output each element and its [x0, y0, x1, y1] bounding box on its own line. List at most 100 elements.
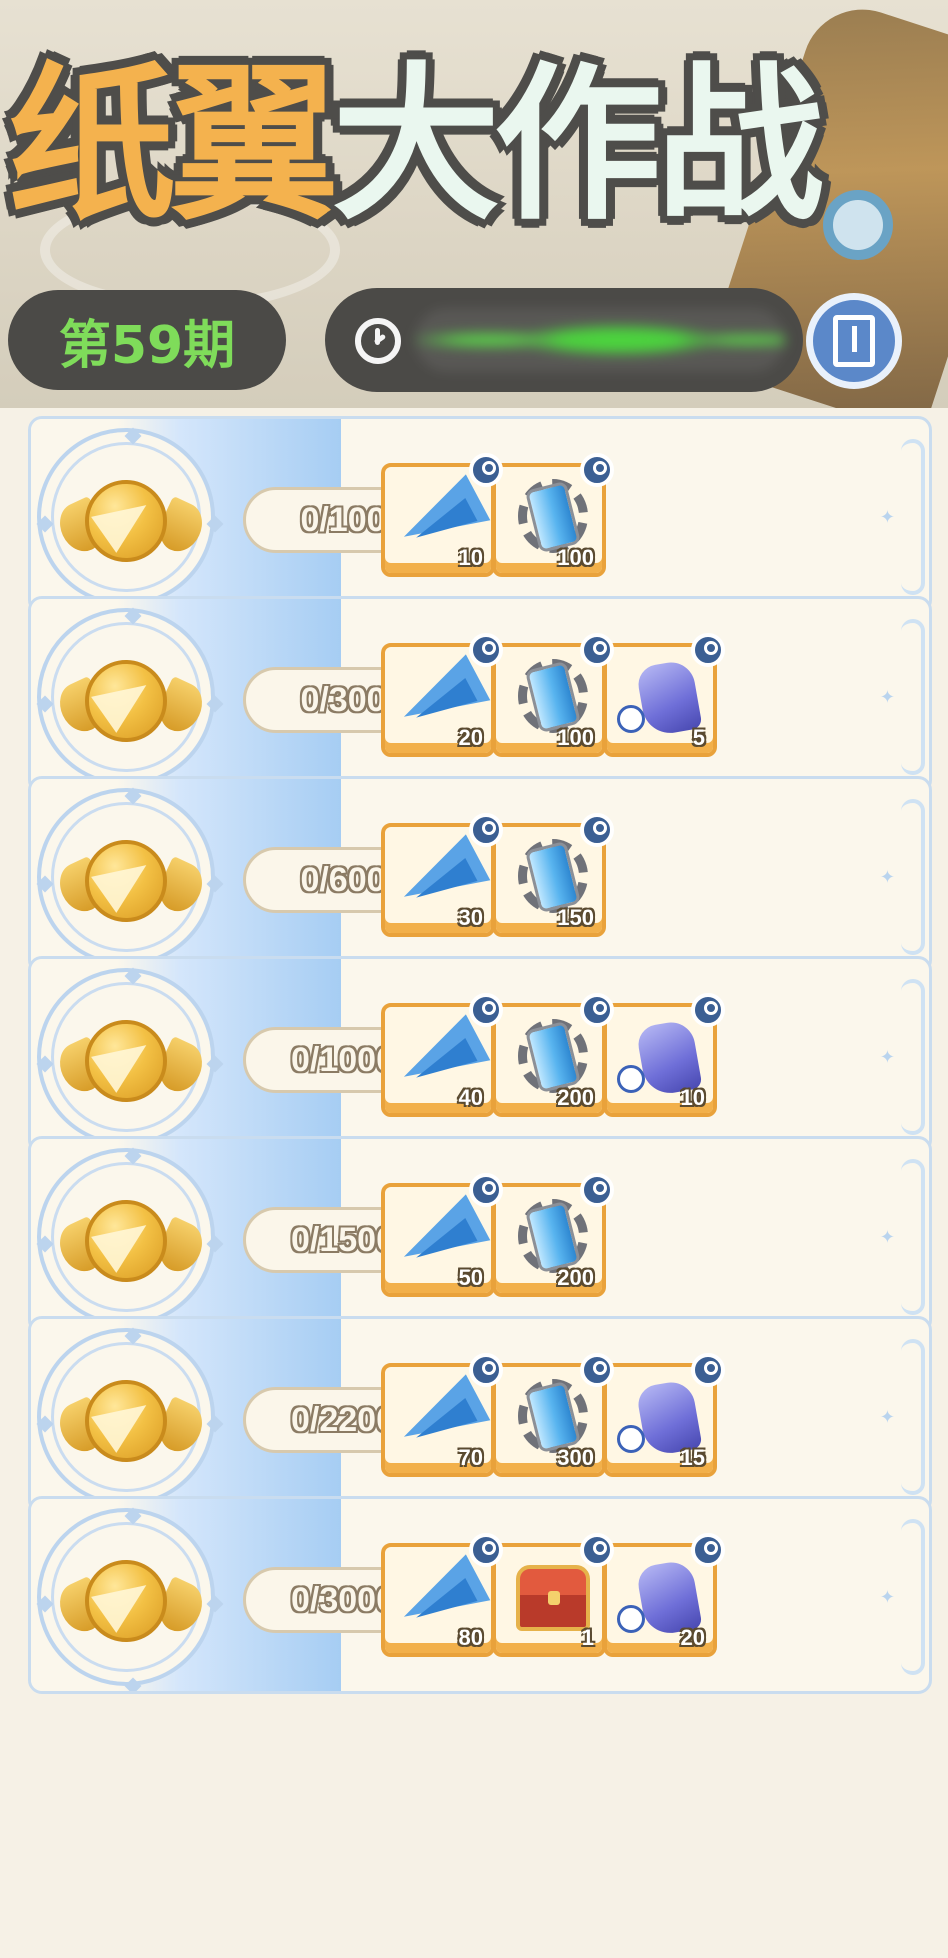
- event-title-part2: 大作战: [332, 46, 824, 243]
- row-side-ornament: [901, 799, 925, 955]
- reward-tier-row: 0/2200 70 300 15 ✦: [28, 1316, 932, 1514]
- reward-tier-row: 0/100 10 100 ✦: [28, 416, 932, 614]
- reward-tier-row: 0/1000 40 200 10 ✦: [28, 956, 932, 1154]
- reward-item-canister[interactable]: 300: [492, 1353, 614, 1477]
- lock-icon: [691, 633, 725, 667]
- purple-spirit-icon: [617, 1605, 645, 1633]
- sparkle-icon: ✦: [879, 1047, 895, 1068]
- background-ring: [823, 190, 893, 260]
- lock-icon: [691, 1533, 725, 1567]
- medal-ornament: [124, 1327, 142, 1345]
- reward-item-plane[interactable]: 70: [381, 1353, 503, 1477]
- lock-icon: [580, 1173, 614, 1207]
- purple-spirit-icon: [617, 1065, 645, 1093]
- lock-icon: [469, 1533, 503, 1567]
- reward-quantity: 30: [458, 905, 483, 930]
- reward-quantity: 15: [680, 1445, 705, 1470]
- tier-medal: [36, 1327, 224, 1511]
- reward-item-ghost[interactable]: 15: [603, 1353, 725, 1477]
- lock-icon: [469, 813, 503, 847]
- reward-item-ghost[interactable]: 20: [603, 1533, 725, 1657]
- reward-item-plane[interactable]: 80: [381, 1533, 503, 1657]
- reward-tier-row: 0/1500 50 200 ✦: [28, 1136, 932, 1334]
- lock-icon: [580, 1533, 614, 1567]
- guide-button[interactable]: [806, 293, 902, 389]
- lock-icon: [469, 1173, 503, 1207]
- row-side-ornament: [901, 439, 925, 595]
- reward-quantity: 20: [458, 725, 483, 750]
- medal-ornament: [36, 875, 54, 893]
- reward-quantity: 5: [692, 725, 705, 750]
- lock-icon: [469, 1353, 503, 1387]
- sparkle-icon: ✦: [879, 687, 895, 708]
- medal-ornament: [36, 515, 54, 533]
- medal-ornament: [124, 1147, 142, 1165]
- reward-item-plane[interactable]: 30: [381, 813, 503, 937]
- reward-quantity: 200: [557, 1265, 594, 1290]
- medal-ornament: [124, 967, 142, 985]
- tier-medal: [36, 427, 224, 611]
- medal-ornament: [36, 695, 54, 713]
- purple-spirit-icon: [617, 1425, 645, 1453]
- reward-quantity: 100: [557, 545, 594, 570]
- row-side-ornament: [901, 619, 925, 775]
- medal-ornament: [36, 1235, 54, 1253]
- sparkle-icon: ✦: [879, 1407, 895, 1428]
- sparkle-icon: ✦: [879, 1227, 895, 1248]
- reward-quantity: 1: [581, 1625, 594, 1650]
- reward-quantity: 10: [680, 1085, 705, 1110]
- medal-ornament: [36, 1595, 54, 1613]
- lock-icon: [691, 1353, 725, 1387]
- reward-quantity: 100: [557, 725, 594, 750]
- event-title: 纸翼 大作战: [8, 30, 824, 243]
- tier-medal: [36, 1507, 224, 1691]
- medal-ornament: [124, 1677, 142, 1691]
- tier-medal: [36, 1147, 224, 1331]
- reward-tier-row: 0/3000 80 1 20 ✦: [28, 1496, 932, 1694]
- reward-item-chest[interactable]: 1: [492, 1533, 614, 1657]
- event-header: 纸翼 大作战 第59期: [0, 0, 948, 408]
- reward-quantity: 20: [680, 1625, 705, 1650]
- lock-icon: [469, 633, 503, 667]
- reward-quantity: 10: [458, 545, 483, 570]
- purple-spirit-icon: [617, 705, 645, 733]
- reward-item-plane[interactable]: 50: [381, 1173, 503, 1297]
- row-side-ornament: [901, 1339, 925, 1495]
- countdown-timer: [325, 288, 803, 392]
- event-title-part1: 纸翼: [8, 46, 338, 243]
- reward-quantity: 80: [458, 1625, 483, 1650]
- medal-ornament: [36, 1415, 54, 1433]
- medal-ornament: [124, 427, 142, 445]
- reward-item-canister[interactable]: 200: [492, 1173, 614, 1297]
- reward-item-ghost[interactable]: 5: [603, 633, 725, 757]
- reward-quantity: 70: [458, 1445, 483, 1470]
- reward-item-canister[interactable]: 150: [492, 813, 614, 937]
- tier-medal: [36, 607, 224, 791]
- lock-icon: [691, 993, 725, 1027]
- row-side-ornament: [901, 1519, 925, 1675]
- lock-icon: [469, 993, 503, 1027]
- reward-quantity: 300: [557, 1445, 594, 1470]
- row-side-ornament: [901, 979, 925, 1135]
- reward-tier-row: 0/300 20 100 5 ✦: [28, 596, 932, 794]
- reward-item-plane[interactable]: 40: [381, 993, 503, 1117]
- lock-icon: [580, 993, 614, 1027]
- reward-item-plane[interactable]: 20: [381, 633, 503, 757]
- reward-item-plane[interactable]: 10: [381, 453, 503, 577]
- reward-quantity: 40: [458, 1085, 483, 1110]
- reward-item-ghost[interactable]: 10: [603, 993, 725, 1117]
- treasure-chest-icon: [516, 1565, 590, 1631]
- medal-ornament: [124, 1507, 142, 1525]
- clock-icon: [355, 318, 401, 364]
- tier-medal: [36, 787, 224, 971]
- reward-item-canister[interactable]: 100: [492, 453, 614, 577]
- reward-item-canister[interactable]: 200: [492, 993, 614, 1117]
- lock-icon: [580, 1353, 614, 1387]
- sparkle-icon: ✦: [879, 867, 895, 888]
- book-icon: [833, 315, 875, 367]
- medal-ornament: [124, 787, 142, 805]
- lock-icon: [580, 633, 614, 667]
- reward-quantity: 150: [557, 905, 594, 930]
- reward-item-canister[interactable]: 100: [492, 633, 614, 757]
- reward-quantity: 200: [557, 1085, 594, 1110]
